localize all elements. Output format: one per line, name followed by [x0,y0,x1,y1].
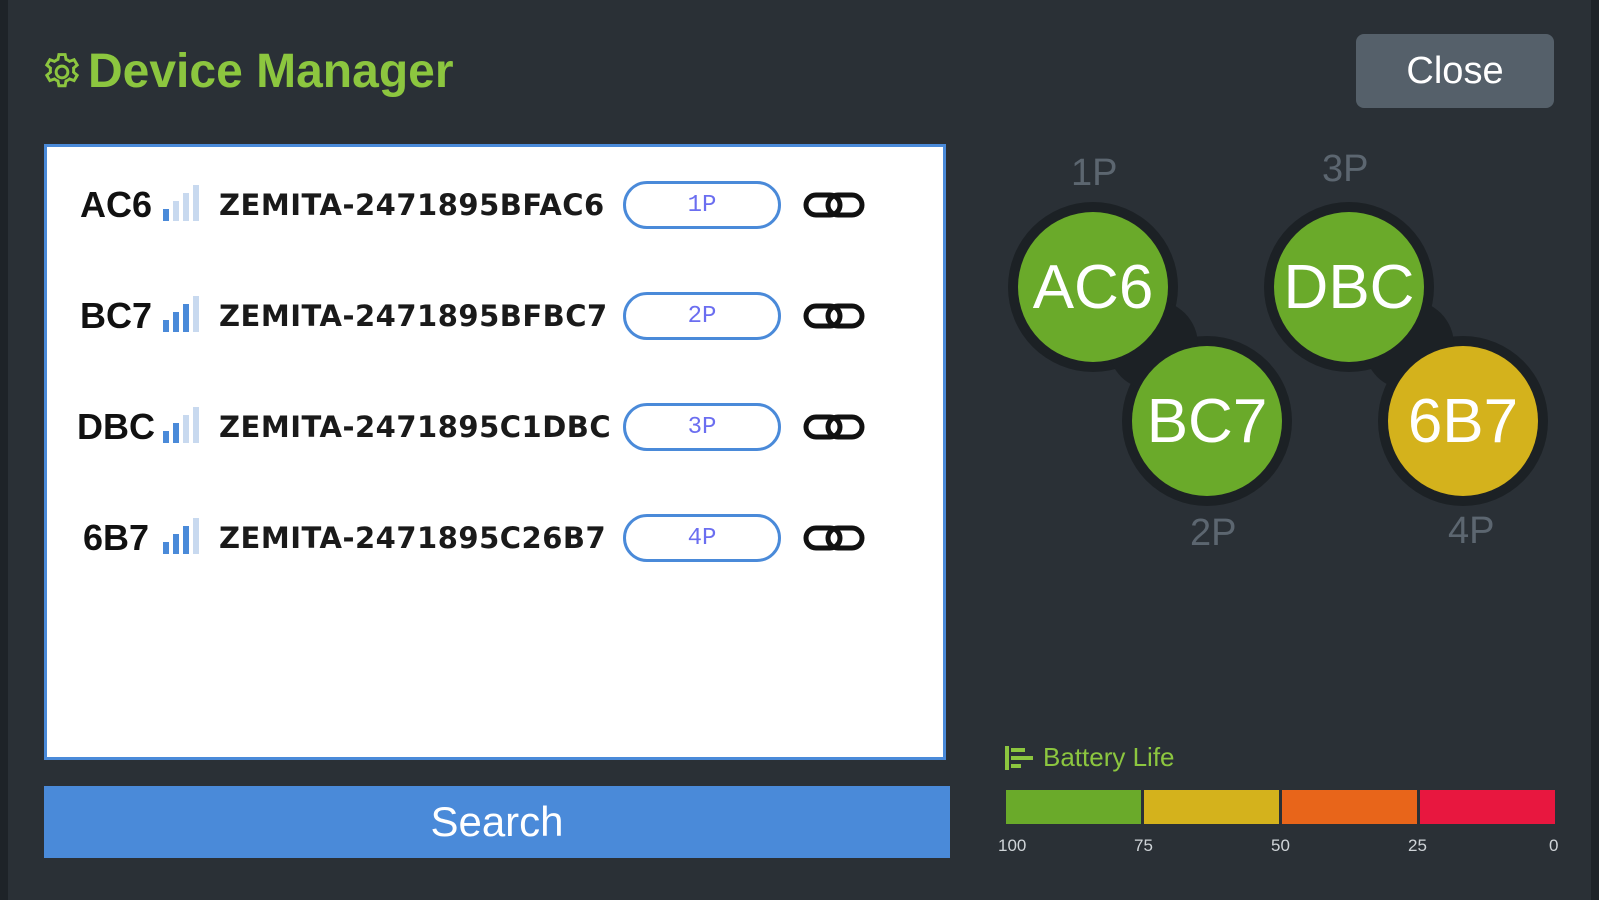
signal-strength-icon [163,518,199,554]
tick-label: 100 [998,836,1027,855]
battery-seg-mid-low [1282,790,1417,824]
player-slot-button[interactable]: 4P [623,514,781,562]
tick-label: 75 [1134,836,1153,855]
slot-label-3p: 3P [1322,148,1369,190]
device-list: AC6 ZEMITA-2471895BFAC6 1P BC7 ZEMITA-24… [44,144,946,760]
player-bubble-6b7[interactable]: 6B7 [1388,346,1538,496]
device-name: ZEMITA-2471895BFBC7 [219,299,608,333]
device-name: ZEMITA-2471895BFAC6 [219,188,605,222]
player-bubble-bc7[interactable]: BC7 [1132,346,1282,496]
signal-strength-icon [163,296,199,332]
battery-seg-mid-high [1144,790,1279,824]
slot-label-1p: 1P [1071,152,1118,194]
player-slot-button[interactable]: 1P [623,181,781,229]
battery-list-icon [1005,745,1033,770]
device-row-bc7[interactable]: BC7 ZEMITA-2471895BFBC7 2P [47,286,943,346]
link-icon[interactable] [803,185,865,225]
signal-strength-icon [163,407,199,443]
player-bubble-dbc[interactable]: DBC [1274,212,1424,362]
page-title: Device Manager [88,45,454,98]
search-button[interactable]: Search [44,786,950,858]
device-name: ZEMITA-2471895C1DBC [219,410,612,444]
battery-color-scale [1006,790,1555,824]
frame-right-edge [1591,0,1599,900]
signal-strength-icon [163,185,199,221]
tick-label: 50 [1271,836,1290,855]
link-icon[interactable] [803,296,865,336]
battery-legend-title: Battery Life [1005,742,1175,773]
battery-seg-low [1420,790,1555,824]
device-row-dbc[interactable]: DBC ZEMITA-2471895C1DBC 3P [47,397,943,457]
device-row-ac6[interactable]: AC6 ZEMITA-2471895BFAC6 1P [47,175,943,235]
slot-label-4p: 4P [1448,510,1495,552]
frame-left-edge [0,0,8,900]
tick-label: 25 [1408,836,1427,855]
slot-label-2p: 2P [1190,512,1237,554]
battery-scale-ticks: 100 75 50 25 0 [998,836,1558,856]
gear-icon [44,52,80,87]
player-slot-map: 1P 3P 2P 4P AC6 BC7 DBC 6B7 [990,140,1580,580]
player-bubble-ac6[interactable]: AC6 [1018,212,1168,362]
player-slot-button[interactable]: 3P [623,403,781,451]
battery-seg-high [1006,790,1141,824]
window-title: Device Manager [40,44,454,99]
player-slot-button[interactable]: 2P [623,292,781,340]
link-icon[interactable] [803,518,865,558]
device-code: AC6 [79,184,153,225]
link-icon[interactable] [803,407,865,447]
battery-life-label: Battery Life [1043,742,1175,772]
device-name: ZEMITA-2471895C26B7 [219,521,607,555]
device-code: DBC [77,406,155,447]
tick-label: 0 [1549,836,1559,855]
device-code: BC7 [79,295,153,336]
device-code: 6B7 [82,517,150,558]
device-row-6b7[interactable]: 6B7 ZEMITA-2471895C26B7 4P [47,508,943,568]
close-button[interactable]: Close [1356,34,1554,108]
